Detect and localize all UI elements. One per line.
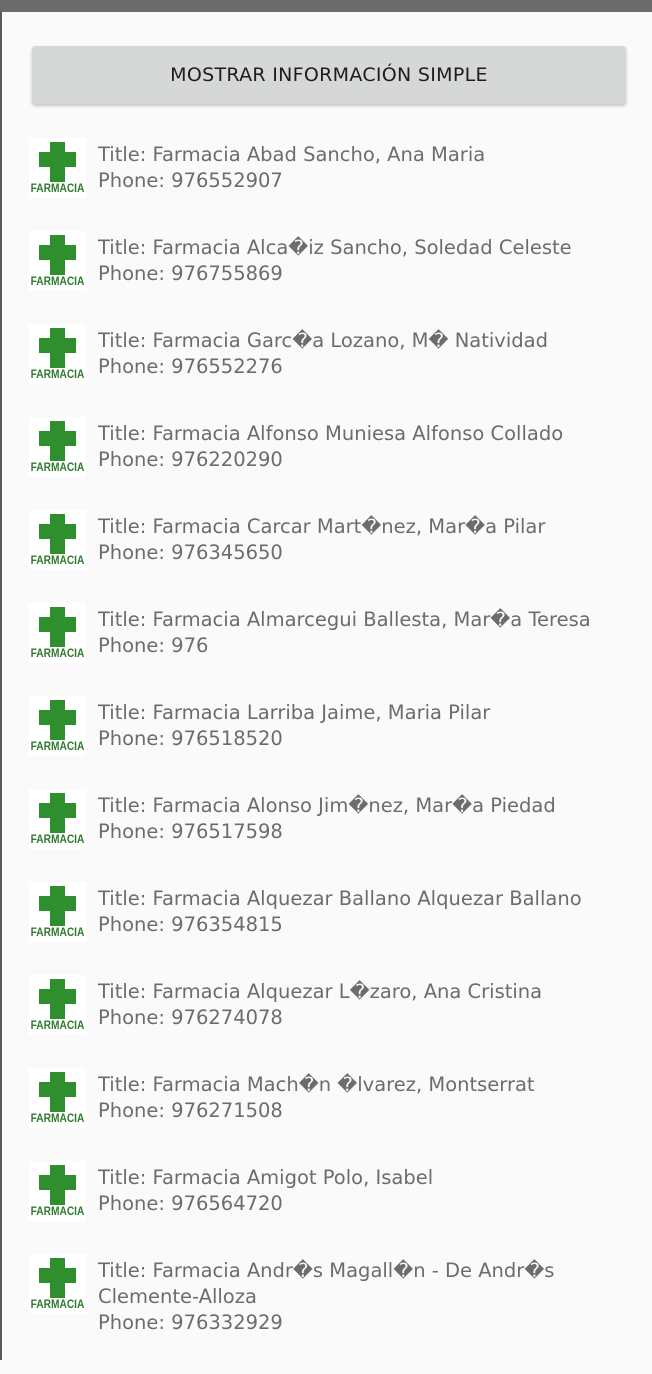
item-title: Title: Farmacia Carcar Mart�nez, Mar�a P… bbox=[98, 515, 546, 538]
pharmacy-logo-svg: FARMACIA bbox=[31, 979, 85, 1032]
logo-text: FARMACIA bbox=[31, 275, 85, 288]
status-bar bbox=[0, 0, 652, 12]
list-item[interactable]: FARMACIA Title: Farmacia Garc�a Lozano, … bbox=[0, 324, 652, 417]
item-text: Title: Farmacia Larriba Jaime, Maria Pil… bbox=[98, 700, 628, 752]
pharmacy-cross-icon: FARMACIA bbox=[29, 231, 86, 291]
item-phone: Phone: 976271508 bbox=[98, 1099, 283, 1122]
item-phone: Phone: 976274078 bbox=[98, 1006, 283, 1029]
list-item[interactable]: FARMACIA Title: Farmacia Abad Sancho, An… bbox=[0, 138, 652, 231]
item-phone: Phone: 976 bbox=[98, 634, 209, 657]
logo-text: FARMACIA bbox=[31, 647, 85, 660]
item-title: Title: Farmacia Alquezar L�zaro, Ana Cri… bbox=[98, 980, 543, 1003]
pharmacy-logo-svg: FARMACIA bbox=[31, 1072, 85, 1125]
item-text: Title: Farmacia Almarcegui Ballesta, Mar… bbox=[98, 607, 628, 659]
item-phone: Phone: 976332929 bbox=[98, 1311, 283, 1334]
item-title: Title: Farmacia Mach�n �lvarez, Montserr… bbox=[98, 1073, 535, 1096]
item-title: Title: Farmacia Abad Sancho, Ana Maria bbox=[98, 143, 486, 166]
pharmacy-cross-icon: FARMACIA bbox=[29, 1161, 86, 1221]
list-item[interactable]: FARMACIA Title: Farmacia Andr�s Magall�n… bbox=[0, 1254, 652, 1374]
list-item[interactable]: FARMACIA Title: Farmacia Alfonso Muniesa… bbox=[0, 417, 652, 510]
list-item[interactable]: FARMACIA Title: Farmacia Alquezar L�zaro… bbox=[0, 975, 652, 1068]
list-item[interactable]: FARMACIA Title: Farmacia Alca�iz Sancho,… bbox=[0, 231, 652, 324]
pharmacy-cross-icon: FARMACIA bbox=[29, 603, 86, 663]
list-item[interactable]: FARMACIA Title: Farmacia Alonso Jim�nez,… bbox=[0, 789, 652, 882]
logo-text: FARMACIA bbox=[31, 182, 85, 195]
pharmacy-cross-icon: FARMACIA bbox=[29, 417, 86, 477]
list-item[interactable]: FARMACIA Title: Farmacia Carcar Mart�nez… bbox=[0, 510, 652, 603]
pharmacy-logo-svg: FARMACIA bbox=[31, 142, 85, 195]
logo-text: FARMACIA bbox=[31, 740, 85, 753]
pharmacy-logo-svg: FARMACIA bbox=[31, 886, 85, 939]
logo-text: FARMACIA bbox=[31, 1112, 85, 1125]
item-text: Title: Farmacia Amigot Polo, Isabel Phon… bbox=[98, 1165, 628, 1217]
pharmacy-cross-icon: FARMACIA bbox=[29, 975, 86, 1035]
list-item[interactable]: FARMACIA Title: Farmacia Alquezar Ballan… bbox=[0, 882, 652, 975]
item-title: Title: Farmacia Alonso Jim�nez, Mar�a Pi… bbox=[98, 794, 556, 817]
item-title: Title: Farmacia Andr�s Magall�n - De And… bbox=[98, 1259, 555, 1308]
item-phone: Phone: 976220290 bbox=[98, 448, 283, 471]
pharmacy-logo-svg: FARMACIA bbox=[31, 607, 85, 660]
item-phone: Phone: 976345650 bbox=[98, 541, 283, 564]
pharmacy-cross-icon: FARMACIA bbox=[29, 510, 86, 570]
item-phone: Phone: 976517598 bbox=[98, 820, 283, 843]
pharmacy-cross-icon: FARMACIA bbox=[29, 696, 86, 756]
logo-text: FARMACIA bbox=[31, 554, 85, 567]
logo-text: FARMACIA bbox=[31, 926, 85, 939]
logo-text: FARMACIA bbox=[31, 1019, 85, 1032]
item-text: Title: Farmacia Alonso Jim�nez, Mar�a Pi… bbox=[98, 793, 628, 845]
pharmacy-cross-icon: FARMACIA bbox=[29, 1068, 86, 1128]
pharmacy-cross-icon: FARMACIA bbox=[29, 789, 86, 849]
pharmacy-logo-svg: FARMACIA bbox=[31, 793, 85, 846]
item-title: Title: Farmacia Alfonso Muniesa Alfonso … bbox=[98, 422, 564, 445]
item-title: Title: Farmacia Alca�iz Sancho, Soledad … bbox=[98, 236, 572, 259]
item-text: Title: Farmacia Garc�a Lozano, M� Nativi… bbox=[98, 328, 628, 380]
logo-text: FARMACIA bbox=[31, 461, 85, 474]
pharmacy-logo-svg: FARMACIA bbox=[31, 328, 85, 381]
pharmacy-cross-icon: FARMACIA bbox=[29, 882, 86, 942]
show-simple-info-button[interactable]: MOSTRAR INFORMACIÓN SIMPLE bbox=[32, 46, 626, 104]
item-phone: Phone: 976518520 bbox=[98, 727, 283, 750]
item-title: Title: Farmacia Alquezar Ballano Alqueza… bbox=[98, 887, 582, 910]
pharmacy-logo-svg: FARMACIA bbox=[31, 514, 85, 567]
pharmacy-logo-svg: FARMACIA bbox=[31, 1165, 85, 1218]
pharmacy-cross-icon: FARMACIA bbox=[29, 1254, 86, 1314]
item-text: Title: Farmacia Alquezar L�zaro, Ana Cri… bbox=[98, 979, 628, 1031]
item-title: Title: Farmacia Garc�a Lozano, M� Nativi… bbox=[98, 329, 548, 352]
pharmacy-logo-svg: FARMACIA bbox=[31, 1258, 85, 1311]
pharmacy-logo-svg: FARMACIA bbox=[31, 235, 85, 288]
item-text: Title: Farmacia Andr�s Magall�n - De And… bbox=[98, 1258, 628, 1336]
pharmacy-cross-icon: FARMACIA bbox=[29, 138, 86, 198]
logo-text: FARMACIA bbox=[31, 833, 85, 846]
pharmacy-logo-svg: FARMACIA bbox=[31, 421, 85, 474]
logo-text: FARMACIA bbox=[31, 1298, 85, 1311]
item-text: Title: Farmacia Carcar Mart�nez, Mar�a P… bbox=[98, 514, 628, 566]
item-text: Title: Farmacia Alca�iz Sancho, Soledad … bbox=[98, 235, 628, 287]
logo-text: FARMACIA bbox=[31, 1205, 85, 1218]
item-phone: Phone: 976354815 bbox=[98, 913, 283, 936]
item-phone: Phone: 976552907 bbox=[98, 169, 283, 192]
item-text: Title: Farmacia Alfonso Muniesa Alfonso … bbox=[98, 421, 628, 473]
item-title: Title: Farmacia Almarcegui Ballesta, Mar… bbox=[98, 608, 591, 631]
item-text: Title: Farmacia Abad Sancho, Ana Maria P… bbox=[98, 142, 628, 194]
list-item[interactable]: FARMACIA Title: Farmacia Larriba Jaime, … bbox=[0, 696, 652, 789]
list-item[interactable]: FARMACIA Title: Farmacia Mach�n �lvarez,… bbox=[0, 1068, 652, 1161]
item-phone: Phone: 976755869 bbox=[98, 262, 283, 285]
pharmacy-cross-icon: FARMACIA bbox=[29, 324, 86, 384]
item-phone: Phone: 976564720 bbox=[98, 1192, 283, 1215]
item-title: Title: Farmacia Larriba Jaime, Maria Pil… bbox=[98, 701, 491, 724]
list-item[interactable]: FARMACIA Title: Farmacia Amigot Polo, Is… bbox=[0, 1161, 652, 1254]
pharmacy-list[interactable]: FARMACIA Title: Farmacia Abad Sancho, An… bbox=[0, 138, 652, 1374]
item-text: Title: Farmacia Alquezar Ballano Alqueza… bbox=[98, 886, 628, 938]
list-item[interactable]: FARMACIA Title: Farmacia Almarcegui Ball… bbox=[0, 603, 652, 696]
item-phone: Phone: 976552276 bbox=[98, 355, 283, 378]
item-text: Title: Farmacia Mach�n �lvarez, Montserr… bbox=[98, 1072, 628, 1124]
pharmacy-logo-svg: FARMACIA bbox=[31, 700, 85, 753]
item-title: Title: Farmacia Amigot Polo, Isabel bbox=[98, 1166, 434, 1189]
logo-text: FARMACIA bbox=[31, 368, 85, 381]
